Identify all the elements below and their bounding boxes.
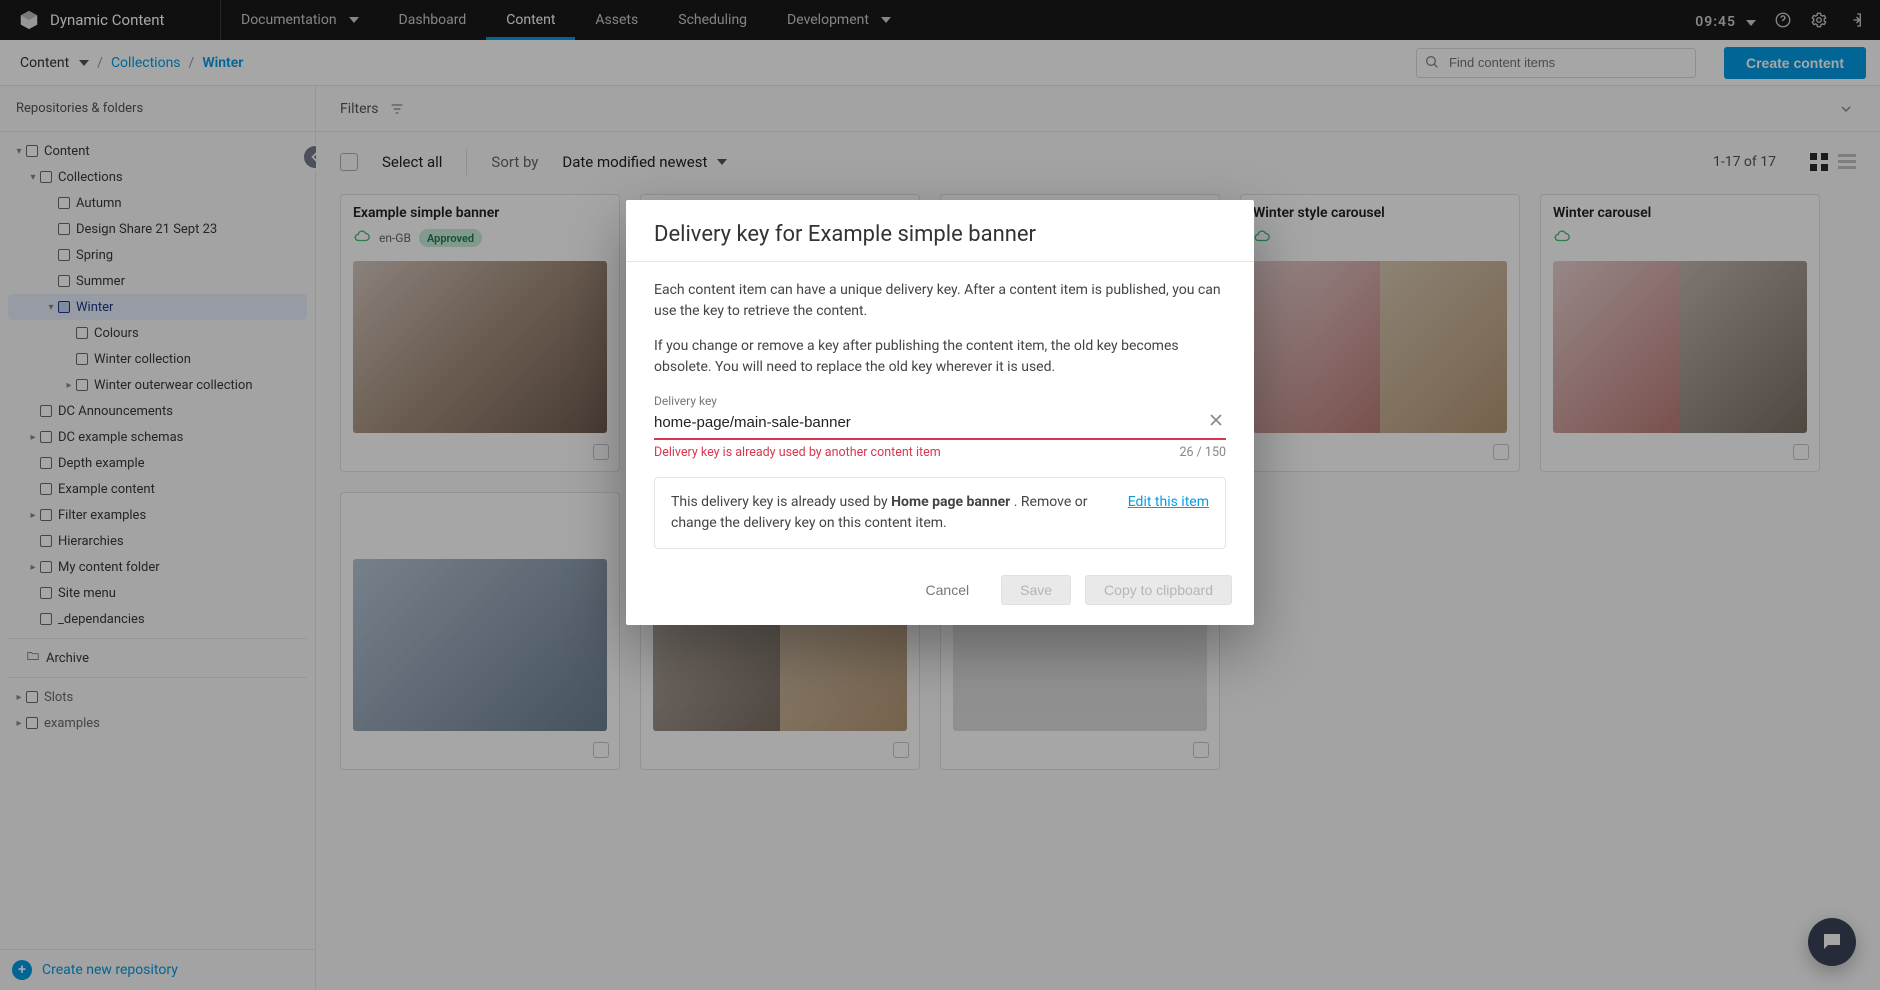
- modal-header: Delivery key for Example simple banner: [626, 200, 1254, 262]
- delivery-key-input[interactable]: [654, 412, 1202, 433]
- edit-conflict-item-link[interactable]: Edit this item: [1128, 492, 1209, 513]
- cancel-button[interactable]: Cancel: [908, 575, 988, 605]
- clear-input-icon[interactable]: [1206, 410, 1226, 430]
- modal-paragraph-1: Each content item can have a unique deli…: [654, 280, 1226, 322]
- modal-title: Delivery key for Example simple banner: [654, 222, 1226, 247]
- copy-clipboard-button[interactable]: Copy to clipboard: [1085, 575, 1232, 605]
- delivery-key-error: Delivery key is already used by another …: [654, 444, 941, 463]
- conflict-callout: This delivery key is already used by Hom…: [654, 477, 1226, 549]
- save-button[interactable]: Save: [1001, 575, 1071, 605]
- modal-paragraph-2: If you change or remove a key after publ…: [654, 336, 1226, 378]
- modal-scrim[interactable]: Delivery key for Example simple banner E…: [0, 0, 1880, 990]
- callout-prefix: This delivery key is already used by: [671, 494, 891, 510]
- callout-text: This delivery key is already used by Hom…: [671, 492, 1110, 534]
- char-count: 26 / 150: [1180, 444, 1226, 463]
- delivery-key-field-label: Delivery key: [654, 392, 1226, 410]
- delivery-key-modal: Delivery key for Example simple banner E…: [626, 200, 1254, 625]
- callout-strong: Home page banner: [891, 494, 1010, 510]
- delivery-key-field: [654, 410, 1226, 440]
- modal-footer: Cancel Save Copy to clipboard: [626, 567, 1254, 625]
